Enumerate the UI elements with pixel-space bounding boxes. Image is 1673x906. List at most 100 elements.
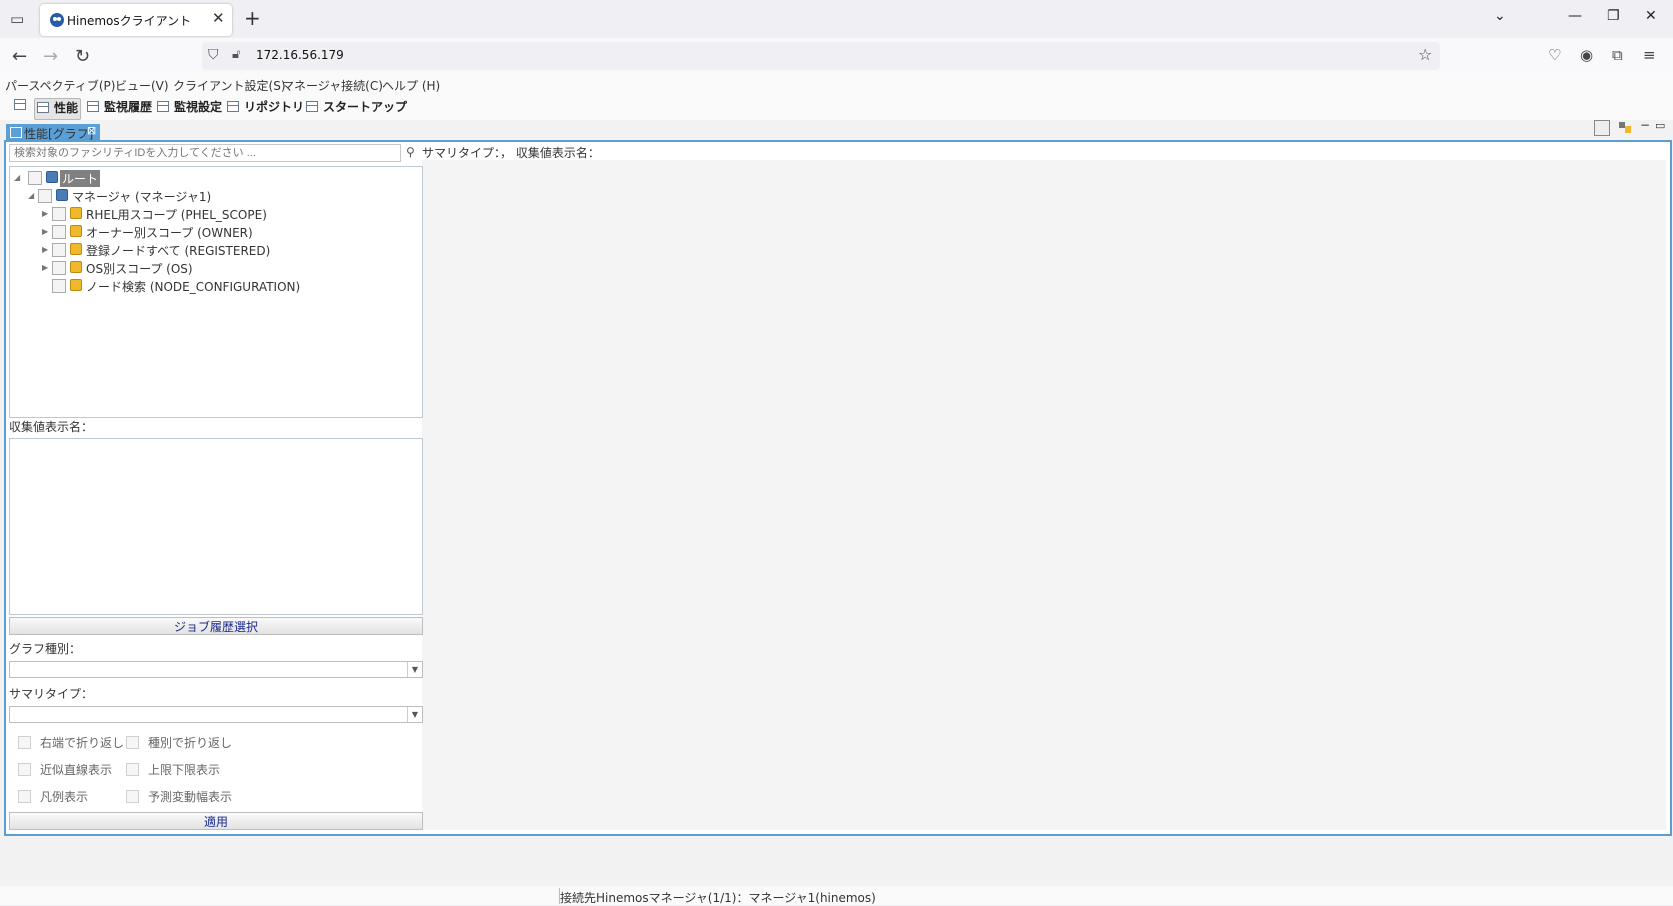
account-icon[interactable]: ◉ <box>1580 46 1593 64</box>
checkbox-label: 右端で折り返し <box>40 736 125 750</box>
shield-icon[interactable]: ⛉ <box>208 47 219 63</box>
apply-button[interactable]: 適用 <box>9 812 423 830</box>
checkbox-label: 予測変動幅表示 <box>148 790 233 804</box>
minimize-view-icon[interactable]: − <box>1640 118 1650 132</box>
expand-arrow-icon[interactable]: ▶ <box>42 263 48 272</box>
perspective-label: スタートアップ <box>323 100 408 114</box>
checkbox-box[interactable] <box>18 790 31 803</box>
scope-folder-icon <box>70 279 82 291</box>
chevron-down-icon[interactable]: ⌄ <box>1494 8 1506 24</box>
tab-performance-graph[interactable]: 性能[グラフ] ⊠ <box>6 124 100 141</box>
limits-checkbox[interactable]: 上限下限表示 <box>126 761 220 778</box>
expand-arrow-icon[interactable]: ▶ <box>42 245 48 254</box>
checkbox-box[interactable] <box>126 790 139 803</box>
job-history-select-button[interactable]: ジョブ履歴選択 <box>9 617 423 635</box>
url-text[interactable]: 172.16.56.179 <box>256 48 344 62</box>
perspective-label: 監視設定 <box>174 100 223 114</box>
perspective-icon <box>87 101 99 112</box>
window-close-icon[interactable]: ✕ <box>1645 8 1657 24</box>
graph-type-label: グラフ種別： <box>9 642 82 656</box>
tree-checkbox[interactable] <box>52 243 66 257</box>
perspective-performance[interactable]: 性能 <box>34 98 82 120</box>
expand-arrow-icon[interactable]: ▶ <box>42 209 48 218</box>
perspective-monitor-settings[interactable]: 監視設定 <box>157 98 222 118</box>
browser-navbar: ← → ↻ ⛉ 🔓︎ 172.16.56.179 ☆ ♡ ◉ ⧉ ≡ <box>0 38 1673 74</box>
reload-icon[interactable]: ↻ <box>75 46 90 67</box>
perspective-monitor-history[interactable]: 監視履歴 <box>87 98 152 118</box>
menu-perspective[interactable]: パースペクティブ(P) <box>5 77 115 94</box>
collapse-arrow-icon[interactable]: ◢ <box>28 191 34 200</box>
tree-toggle-icon[interactable] <box>1594 120 1610 136</box>
lock-icon[interactable]: 🔓︎ <box>232 47 240 62</box>
root-scope-icon <box>46 171 58 183</box>
address-bar[interactable]: ⛉ 🔓︎ 172.16.56.179 ☆ <box>202 42 1440 70</box>
tab-title: Hinemosクライアント <box>67 14 192 28</box>
restore-icon[interactable]: ❐ <box>1607 8 1620 24</box>
approx-line-checkbox[interactable]: 近似直線表示 <box>18 761 112 778</box>
perspective-icon <box>306 101 318 112</box>
menu-manager-connect[interactable]: マネージャ接続(C) <box>282 77 383 94</box>
scope-icon[interactable] <box>1618 120 1632 134</box>
tree-checkbox[interactable] <box>52 261 66 275</box>
close-tab-icon[interactable]: ✕ <box>212 9 225 27</box>
dropdown-arrow-icon[interactable]: ▼ <box>407 662 422 677</box>
tree-checkbox[interactable] <box>28 171 42 185</box>
menu-help[interactable]: ヘルプ (H) <box>382 77 440 94</box>
browser-tab[interactable]: Hinemosクライアント ✕ <box>40 4 232 36</box>
tree-checkbox[interactable] <box>52 207 66 221</box>
hinemos-favicon-icon <box>49 12 65 28</box>
bookmark-star-icon[interactable]: ☆ <box>1418 45 1432 64</box>
new-tab-icon[interactable]: + <box>244 6 261 30</box>
extensions-icon[interactable]: ⧉ <box>1612 46 1623 64</box>
menu-view[interactable]: ビュー(V) <box>115 77 169 94</box>
wrap-type-checkbox[interactable]: 種別で折り返し <box>126 734 232 751</box>
open-perspective-icon[interactable] <box>14 98 31 118</box>
menu-icon[interactable]: ≡ <box>1643 46 1656 64</box>
tree-node-label: ノード検索 (NODE_CONFIGURATION) <box>86 280 301 294</box>
close-view-icon[interactable]: ⊠ <box>87 124 96 137</box>
scope-folder-icon <box>70 261 82 273</box>
wrap-right-checkbox[interactable]: 右端で折り返し <box>18 734 124 751</box>
tab-list-icon[interactable]: ▭ <box>10 10 24 28</box>
tree-checkbox[interactable] <box>52 279 66 293</box>
tree-checkbox[interactable] <box>38 189 52 203</box>
scope-folder-icon <box>70 243 82 255</box>
minimize-icon[interactable]: — <box>1568 8 1582 24</box>
summary-type-select[interactable]: ▼ <box>9 706 423 723</box>
checkbox-box[interactable] <box>126 736 139 749</box>
collapse-arrow-icon[interactable]: ◢ <box>14 173 20 182</box>
perspective-toolbar: 性能 監視履歴 監視設定 リポジトリ スタートアップ <box>0 96 1673 120</box>
checkbox-label: 上限下限表示 <box>148 763 221 777</box>
maximize-view-icon[interactable]: ▭ <box>1655 119 1665 132</box>
checkbox-box[interactable] <box>18 736 31 749</box>
expand-arrow-icon[interactable]: ▶ <box>42 227 48 236</box>
forward-icon[interactable]: → <box>43 46 58 67</box>
checkbox-box[interactable] <box>18 763 31 776</box>
graph-area <box>422 160 1666 830</box>
facility-tree: ◢ ルート ◢ マネージャ (マネージャ1) ▶ RHEL用スコープ (PHEL… <box>9 166 423 418</box>
checkbox-box[interactable] <box>126 763 139 776</box>
legend-checkbox[interactable]: 凡例表示 <box>18 788 88 805</box>
perspective-startup[interactable]: スタートアップ <box>306 98 407 118</box>
tree-node-label: ルート <box>60 170 101 187</box>
perspective-repository[interactable]: リポジトリ <box>227 98 304 118</box>
facility-search-input[interactable] <box>9 144 401 162</box>
manager-icon <box>56 189 68 201</box>
perspective-label: 性能 <box>54 101 79 115</box>
collect-item-list[interactable] <box>9 438 423 615</box>
tree-checkbox[interactable] <box>52 225 66 239</box>
checkbox-label: 凡例表示 <box>40 790 89 804</box>
browser-tabbar: ▭ Hinemosクライアント ✕ + ⌄ — ❐ ✕ <box>0 0 1673 38</box>
dropdown-arrow-icon[interactable]: ▼ <box>407 707 422 722</box>
prediction-checkbox[interactable]: 予測変動幅表示 <box>126 788 232 805</box>
back-icon[interactable]: ← <box>12 46 27 67</box>
search-icon[interactable]: ⚲ <box>406 145 415 159</box>
tree-node-label: オーナー別スコープ (OWNER) <box>86 226 253 240</box>
menu-client-settings[interactable]: クライアント設定(S) <box>173 77 286 94</box>
tree-node-label: OS別スコープ (OS) <box>86 262 193 276</box>
graph-type-select[interactable]: ▼ <box>9 661 423 678</box>
tree-node-label: RHEL用スコープ (PHEL_SCOPE) <box>86 208 267 222</box>
summary-type-label: サマリタイプ： <box>9 687 94 701</box>
pocket-icon[interactable]: ♡ <box>1548 46 1561 64</box>
perspective-icon <box>227 101 239 112</box>
